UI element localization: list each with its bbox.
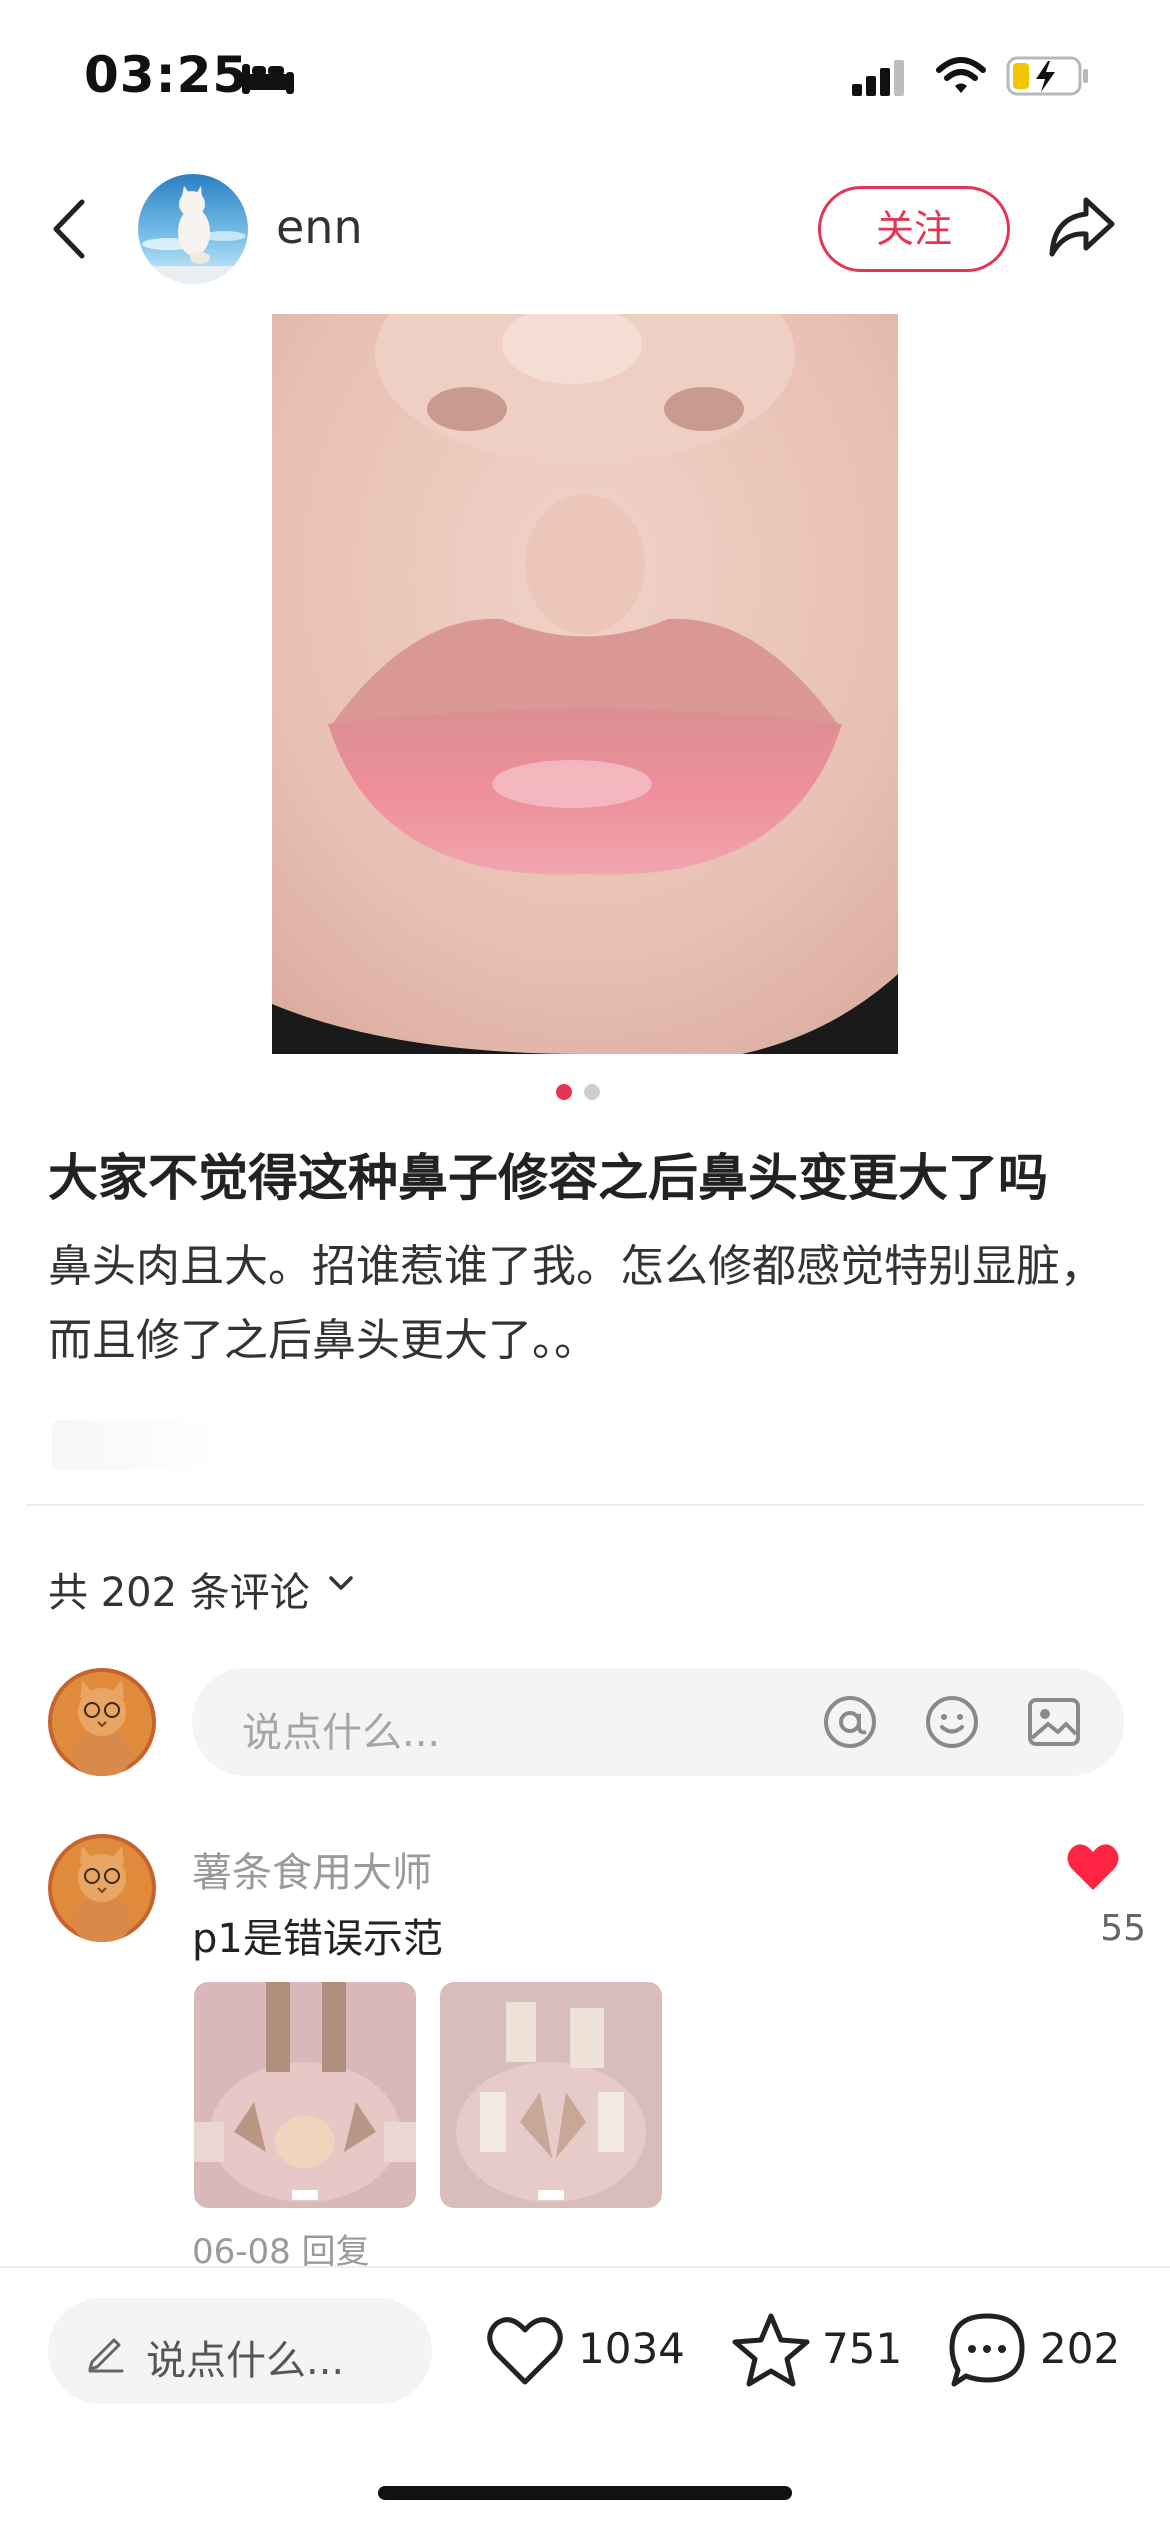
signal-icon (852, 60, 904, 96)
bottom-comment-input[interactable]: 说点什么... (48, 2298, 432, 2404)
bottom-input-placeholder: 说点什么... (146, 2338, 345, 2384)
comment-like-count: 55 (1100, 1908, 1146, 1949)
post-like-count: 1034 (578, 2324, 685, 2373)
comment-input[interactable]: 说点什么... (192, 1668, 1124, 1776)
emoji-icon[interactable] (924, 1694, 980, 1750)
image-pagination (0, 1084, 1170, 1104)
sleep-mode-icon (242, 64, 294, 94)
post-collect-count: 751 (822, 2324, 903, 2373)
comment-input-placeholder: 说点什么... (242, 1710, 441, 1756)
comment-item: 薯条食用大师 p1是错误示范 55 06-08 回复 (0, 1834, 1170, 2274)
pencil-icon (88, 2338, 124, 2373)
comment-bubble-icon (949, 2313, 1025, 2387)
heart-filled-icon[interactable] (1066, 1842, 1120, 1892)
comment-button[interactable]: 202 (948, 2310, 1138, 2390)
author-avatar[interactable] (138, 174, 248, 284)
post-image[interactable] (272, 314, 898, 1054)
pagination-dot-active (556, 1084, 572, 1100)
post-body: 鼻头肉且大。招谁惹谁了我。怎么修都感觉特别显脏，而且修了之后鼻头更大了。。 (48, 1241, 1104, 1366)
image-icon[interactable] (1026, 1694, 1082, 1750)
share-icon[interactable] (1046, 194, 1118, 260)
comment-text: p1是错误示范 (192, 1916, 443, 1962)
status-time: 03:25 (84, 46, 249, 104)
comment-image-1[interactable] (194, 1982, 416, 2208)
my-avatar[interactable] (48, 1668, 156, 1776)
commenter-avatar[interactable] (48, 1834, 156, 1942)
home-indicator[interactable] (378, 2486, 792, 2500)
pagination-dot (584, 1084, 600, 1100)
post-comment-count: 202 (1040, 2324, 1121, 2373)
status-bar: 03:25 (0, 0, 1170, 150)
mention-icon[interactable] (822, 1694, 878, 1750)
chevron-down-icon[interactable] (328, 1574, 354, 1592)
collect-button[interactable]: 751 (732, 2310, 902, 2390)
like-button[interactable]: 1034 (486, 2310, 686, 2390)
comment-count-label[interactable]: 共 202 条评论 (48, 1560, 310, 1618)
wifi-icon (936, 57, 986, 93)
faded-text-placeholder (52, 1420, 222, 1470)
back-icon[interactable] (50, 198, 90, 260)
star-outline-icon (732, 2313, 810, 2387)
follow-button[interactable]: 关注 (818, 186, 1010, 272)
commenter-name[interactable]: 薯条食用大师 (192, 1840, 432, 1898)
divider (26, 1504, 1144, 1506)
battery-charging-icon (1006, 56, 1088, 96)
post-header: enn 关注 (0, 170, 1170, 290)
comment-image-2[interactable] (440, 1982, 662, 2208)
heart-outline-icon (487, 2317, 563, 2385)
author-name[interactable]: enn (276, 200, 363, 254)
post-title: 大家不觉得这种鼻子修容之后鼻头变更大了吗 (48, 1149, 1048, 1207)
